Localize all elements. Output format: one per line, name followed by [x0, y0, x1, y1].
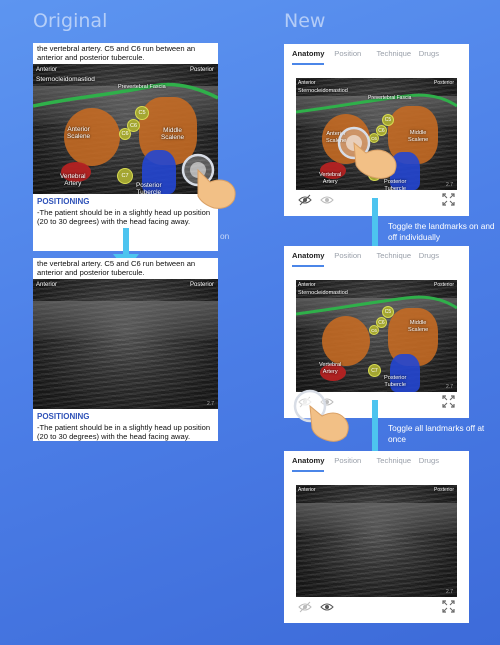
eye-icon[interactable] [320, 194, 334, 206]
depth-scale: 2.7 [446, 589, 453, 595]
eye-slash-icon[interactable] [298, 194, 312, 206]
expand-icon[interactable] [442, 193, 455, 206]
tap-hand-icon [293, 389, 349, 442]
fascia-label: Prevertebral Fascia [368, 95, 412, 101]
card-toolbar [284, 597, 469, 617]
original-heading: Original [33, 10, 108, 32]
anatomy-description-2: the vertebral artery. C5 and C6 run betw… [37, 259, 196, 277]
tab-technique[interactable]: Technique [377, 251, 419, 263]
original-caption: All landmarks toggle on and off at once [143, 231, 230, 252]
tab-technique[interactable]: Technique [377, 456, 419, 468]
c6-root-b: C6 [369, 325, 379, 335]
c5-root: C5 [382, 306, 394, 318]
tab-position[interactable]: Position [334, 251, 376, 263]
new-heading: New [284, 10, 326, 32]
tab-position[interactable]: Position [334, 456, 376, 468]
tab-anatomy[interactable]: Anatomy [292, 456, 334, 472]
tab-bar: Anatomy Position Technique Drugs [284, 451, 469, 473]
new-card-3: Anatomy Position Technique Drugs Anterio… [284, 451, 469, 623]
middle-scalene-label: Middle Scalene [408, 320, 429, 333]
positioning-title: POSITIONING [37, 412, 90, 421]
new-caption-2: Toggle all landmarks off at once [388, 423, 485, 444]
middle-scalene-label: Middle Scalene [161, 127, 185, 141]
tap-hand-icon [337, 126, 397, 179]
tap-hand-icon [181, 153, 236, 209]
expand-icon[interactable] [442, 600, 455, 613]
posterior-label: Posterior [189, 282, 214, 288]
tab-drugs[interactable]: Drugs [419, 251, 461, 263]
expand-icon[interactable] [442, 395, 455, 408]
tab-bar: Anatomy Position Technique Drugs [284, 246, 469, 268]
ultrasound-plain: Anterior Posterior 2.7 [296, 485, 457, 597]
ultrasound-plain: Anterior Posterior 2.7 [33, 279, 218, 409]
c6-root-b: C6 [119, 128, 131, 140]
anatomy-description: the vertebral artery. C5 and C6 run betw… [37, 44, 196, 62]
tab-drugs[interactable]: Drugs [419, 456, 461, 468]
tab-anatomy[interactable]: Anatomy [292, 251, 334, 267]
fascia-label: Prevertebral Fascia [118, 84, 166, 90]
posterior-label: Posterior [433, 487, 454, 493]
vertebral-artery-label: Vertebral Artery [319, 362, 342, 375]
depth-scale: 2.7 [446, 384, 453, 390]
posterior-tubercle-label: Posterior Tubercle [384, 179, 407, 190]
c7-root: C7 [117, 168, 133, 184]
eye-slash-icon[interactable] [298, 601, 312, 613]
eye-icon[interactable] [320, 601, 334, 613]
anterior-label: Anterior [298, 487, 316, 493]
anterior-scalene-label: Anterior Scalene [67, 126, 91, 140]
original-card-bottom: the vertebral artery. C5 and C6 run betw… [33, 258, 218, 441]
posterior-tubercle-label: Posterior Tubercle [136, 182, 162, 194]
middle-scalene-label: Middle Scalene [408, 130, 429, 143]
anterior-label: Anterior [36, 282, 58, 288]
tab-anatomy[interactable]: Anatomy [292, 49, 334, 65]
ultrasound-annotated: Anterior Posterior Sternocleidomastiod C… [296, 280, 457, 392]
vertebral-artery-label: Vertebral Artery [60, 173, 86, 187]
tab-bar: Anatomy Position Technique Drugs [284, 44, 469, 66]
tab-position[interactable]: Position [334, 49, 376, 61]
c5-root: C5 [135, 106, 149, 120]
tab-drugs[interactable]: Drugs [419, 49, 461, 61]
positioning-text: -The patient should be in a slightly hea… [37, 423, 211, 441]
depth-scale: 2.7 [446, 182, 453, 188]
tab-technique[interactable]: Technique [377, 49, 419, 61]
posterior-tubercle-label: Posterior Tubercle [384, 375, 407, 388]
c7-root: C7 [368, 364, 381, 377]
new-caption-1: Toggle the landmarks on and off individu… [388, 221, 495, 242]
original-card-top: the vertebral artery. C5 and C6 run betw… [33, 43, 218, 251]
depth-scale: 2.7 [207, 401, 214, 407]
